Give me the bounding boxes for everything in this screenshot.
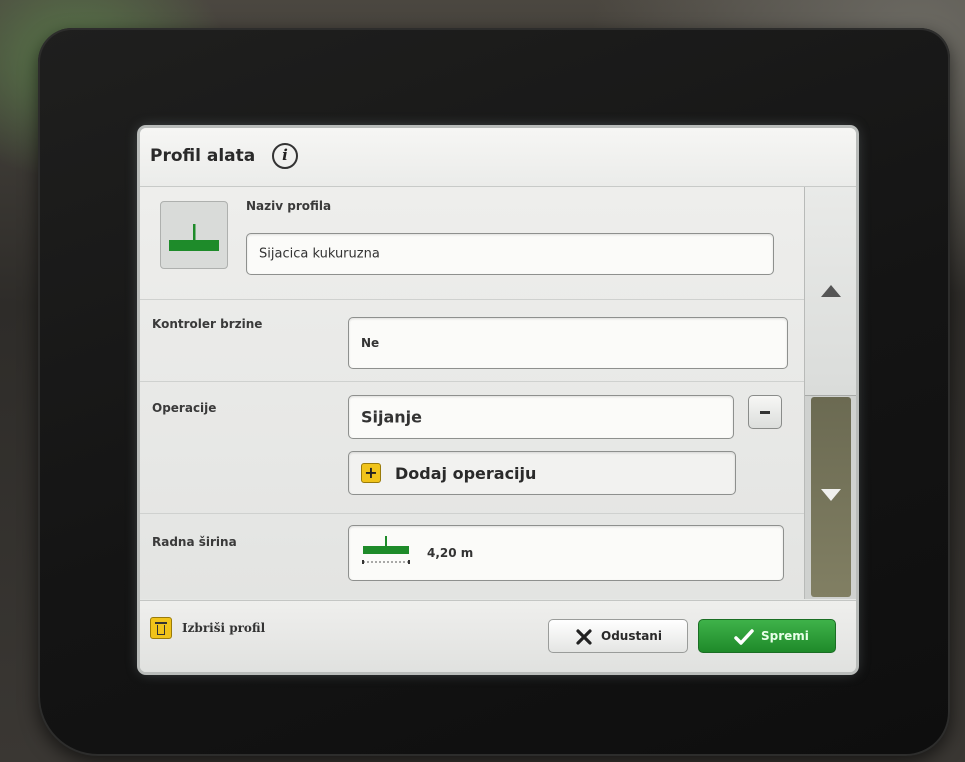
remove-operation-button[interactable]: [748, 395, 782, 429]
working-width-value: 4,20 m: [427, 546, 474, 560]
scrollbar[interactable]: [804, 187, 856, 599]
profile-name-value: Sijacica kukuruzna: [259, 246, 380, 262]
info-icon[interactable]: i: [272, 143, 298, 169]
operations-section: Operacije Sijanje + Dodaj operaciju: [140, 381, 804, 514]
close-x-icon: [576, 629, 592, 645]
speed-controller-label: Kontroler brzine: [152, 317, 263, 331]
operation-item-label: Sijanje: [361, 407, 423, 427]
implement-icon: [169, 224, 219, 251]
working-width-field[interactable]: 4,20 m: [348, 525, 784, 581]
add-operation-button[interactable]: + Dodaj operaciju: [348, 451, 736, 495]
operations-label: Operacije: [152, 401, 217, 415]
scroll-down-button[interactable]: [811, 397, 851, 597]
cancel-button[interactable]: Odustani: [548, 619, 688, 653]
save-label: Spremi: [761, 629, 809, 643]
checkmark-icon: [734, 629, 754, 645]
scroll-down-icon: [821, 489, 841, 501]
delete-profile-label: Izbriši profil: [182, 621, 266, 635]
cancel-label: Odustani: [601, 629, 662, 643]
working-width-section: Radna širina 4,20 m: [140, 513, 804, 599]
speed-controller-section: Kontroler brzine Ne: [140, 299, 804, 382]
add-operation-label: Dodaj operaciju: [395, 464, 537, 483]
profile-name-section: Naziv profila Sijacica kukuruzna: [140, 187, 804, 300]
display-screen: Profil alata i Naziv profila Sijacica ku…: [140, 128, 856, 672]
title-bar: Profil alata i: [140, 128, 856, 187]
profile-name-label: Naziv profila: [246, 199, 332, 213]
speed-controller-field[interactable]: Ne: [348, 317, 788, 369]
form-content: Naziv profila Sijacica kukuruzna Kontrol…: [140, 187, 804, 599]
trash-icon: [150, 617, 172, 639]
speed-controller-value: Ne: [361, 336, 380, 350]
plus-icon: +: [361, 463, 381, 483]
page-title: Profil alata: [150, 146, 256, 166]
footer-bar: Izbriši profil Odustani Spremi: [140, 600, 856, 672]
minus-icon: [760, 411, 770, 414]
save-button[interactable]: Spremi: [698, 619, 836, 653]
operation-item-1[interactable]: Sijanje: [348, 395, 734, 439]
profile-name-field[interactable]: Sijacica kukuruzna: [246, 233, 774, 275]
implement-thumbnail[interactable]: [160, 201, 228, 269]
scroll-up-icon: [821, 285, 841, 297]
scroll-up-button[interactable]: [805, 187, 856, 396]
working-width-label: Radna širina: [152, 535, 237, 549]
implement-width-icon: [362, 536, 410, 564]
